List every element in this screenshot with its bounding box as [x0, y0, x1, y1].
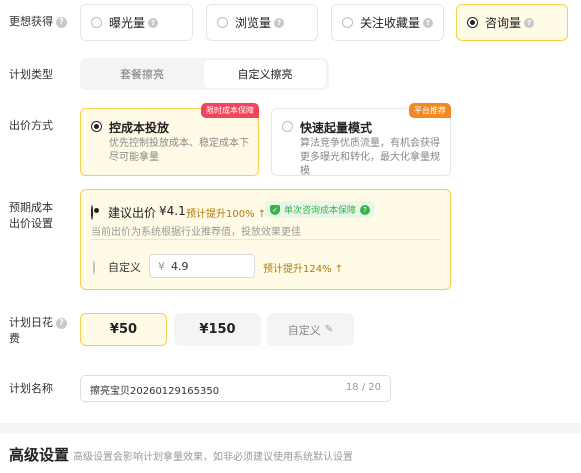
desired-gain-label: 更想获得? — [9, 14, 67, 30]
tab-package-polish[interactable]: 套餐擦亮 — [82, 60, 202, 88]
suggested-bid-value: ¥4.1 — [159, 204, 186, 218]
shield-check-icon: ✓ — [270, 204, 280, 215]
plan-type-segmented: 套餐擦亮 自定义擦亮 — [80, 58, 329, 90]
help-icon[interactable]: ? — [56, 317, 67, 329]
divider — [91, 239, 440, 240]
plan-type-label: 计划类型 — [9, 68, 53, 81]
budget-50[interactable]: ¥50 — [80, 313, 167, 346]
currency-symbol: ¥ — [158, 259, 165, 273]
edit-pencil-icon: ✎ — [324, 324, 334, 335]
radio[interactable] — [91, 17, 102, 28]
platform-recommend-tag: 平台推荐 — [409, 103, 451, 118]
expected-cost-box: 建议出价 ¥4.1 预计提升100% ↑ ✓ 单次咨询成本保障 ? 当前出价为系… — [80, 189, 451, 290]
help-icon[interactable]: ? — [148, 17, 159, 28]
bid-method-label: 出价方式 — [9, 119, 53, 132]
arrow-up-icon: ↑ — [331, 264, 344, 275]
radio[interactable] — [282, 121, 293, 132]
suggested-hint: 当前出价为系统根据行业推荐值，投放效果更佳 — [91, 227, 301, 238]
custom-boost: 预计提升124% ↑ — [263, 264, 344, 275]
custom-bid-value: 4.9 — [171, 259, 189, 273]
radio-suggested-bid[interactable] — [91, 205, 93, 220]
custom-bid-label: 自定义 — [108, 261, 141, 274]
option-follow-fav[interactable]: 关注收藏量 ? — [331, 4, 444, 41]
option-inquiries[interactable]: 咨询量 ? — [456, 4, 568, 41]
plan-name-counter: 18 / 20 — [345, 382, 381, 393]
suggested-boost: 预计提升100% ↑ — [186, 209, 267, 220]
help-icon[interactable]: ? — [423, 17, 434, 28]
limited-guarantee-tag: 限时成本保障 — [201, 103, 259, 118]
help-icon[interactable]: ? — [274, 17, 285, 28]
help-icon[interactable]: ? — [56, 16, 67, 28]
bid-option-cost-control[interactable]: 限时成本保障 控成本投放 优先控制投放成本、稳定成本下尽可能拿量 — [80, 103, 259, 176]
help-icon[interactable]: ? — [360, 204, 371, 215]
suggested-bid-label: 建议出价 — [108, 206, 157, 220]
advanced-title: 高级设置 — [9, 446, 70, 464]
guarantee-badge: ✓ 单次咨询成本保障 ? — [265, 201, 376, 218]
option-exposure[interactable]: 曝光量 ? — [80, 4, 193, 41]
radio-custom-bid[interactable] — [93, 260, 95, 275]
bid-option-desc: 算法竞争优质流量，有机会获得更多曝光和转化，最大化拿量规模 — [300, 138, 440, 177]
budget-150[interactable]: ¥150 — [174, 313, 261, 346]
tab-custom-polish[interactable]: 自定义擦亮 — [204, 60, 326, 88]
bid-option-title: 控成本投放 — [109, 121, 170, 135]
bid-option-desc: 优先控制投放成本、稳定成本下尽可能拿量 — [109, 138, 249, 163]
help-icon[interactable]: ? — [524, 17, 535, 28]
plan-name-label: 计划名称 — [9, 382, 53, 395]
plan-name-input[interactable]: 擦亮宝贝20260129165350 18 / 20 — [80, 375, 391, 402]
radio-selected[interactable] — [91, 121, 102, 132]
radio[interactable] — [217, 17, 228, 28]
option-views[interactable]: 浏览量 ? — [206, 4, 318, 41]
expected-cost-label: 预期成本 出价设置 — [9, 201, 53, 230]
plan-name-value: 擦亮宝贝20260129165350 — [90, 386, 220, 397]
custom-bid-input[interactable]: ¥ 4.9 — [149, 254, 255, 278]
bid-option-title: 快速起量模式 — [300, 121, 373, 135]
daily-budget-label: 计划日花? 费 — [9, 315, 67, 347]
radio[interactable] — [342, 17, 353, 28]
radio-selected[interactable] — [467, 17, 478, 28]
bid-option-fast-ramp[interactable]: 平台推荐 快速起量模式 算法竞争优质流量，有机会获得更多曝光和转化，最大化拿量规… — [271, 103, 451, 177]
budget-custom[interactable]: 自定义 ✎ — [267, 313, 354, 346]
advanced-desc: 高级设置会影响计划拿量效果，如非必须建议使用系统默认设置 — [73, 452, 353, 463]
section-divider — [0, 423, 581, 434]
